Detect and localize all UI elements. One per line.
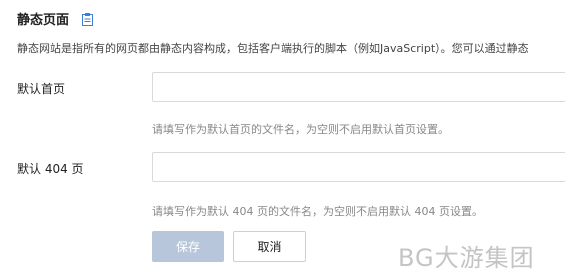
section-title: 静态页面 — [17, 13, 70, 28]
cancel-button[interactable]: 取消 — [233, 231, 306, 262]
error-page-input[interactable] — [152, 152, 565, 182]
index-page-label: 默认首页 — [17, 82, 66, 96]
watermark: BG大游集团 — [398, 244, 535, 272]
save-button[interactable]: 保存 — [152, 231, 224, 262]
index-page-input[interactable] — [152, 72, 565, 102]
cancel-button-label: 取消 — [257, 240, 282, 254]
index-page-hint: 请填写作为默认首页的文件名，为空则不启用默认首页设置。 — [152, 123, 449, 136]
save-button-label: 保存 — [175, 240, 200, 254]
section-description: 静态网站是指所有的网页都由静态内容构成，包括客户端执行的脚本（例如JavaScr… — [17, 42, 529, 55]
error-page-hint: 请填写作为默认 404 页的文件名，为空则不启用默认 404 页设置。 — [152, 205, 483, 218]
static-page-settings: 静态页面 静态网站是指所有的网页都由静态内容构成，包括客户端执行的脚本（例如Ja… — [0, 0, 565, 278]
document-icon[interactable] — [82, 11, 93, 26]
error-page-label: 默认 404 页 — [17, 162, 84, 176]
